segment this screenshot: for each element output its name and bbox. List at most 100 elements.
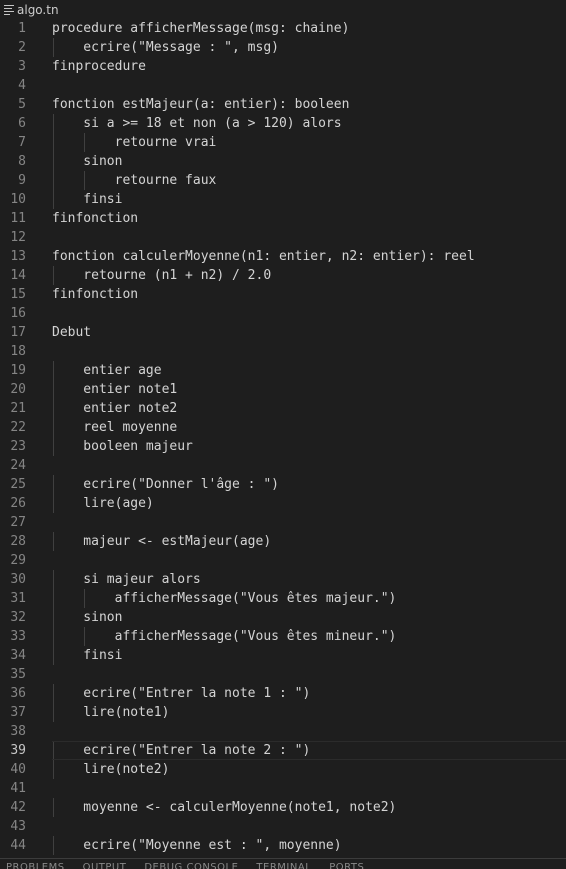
line-number: 32 [10,610,26,625]
code-line[interactable]: 25 ecrire("Donner l'âge : ") [0,475,566,494]
code-line[interactable]: 32 sinon [0,608,566,627]
line-number: 35 [10,667,26,682]
line-number: 19 [10,363,26,378]
line-number: 23 [10,439,26,454]
code-line[interactable]: 2 ecrire("Message : ", msg) [0,38,566,57]
code-text: majeur <- estMajeur(age) [52,534,272,549]
line-number: 22 [10,420,26,435]
line-number: 4 [18,78,26,93]
code-line[interactable]: 15 finfonction [0,285,566,304]
line-number: 16 [10,306,26,321]
code-line[interactable]: 26 lire(age) [0,494,566,513]
line-number: 6 [18,116,26,131]
code-line[interactable]: 5 fonction estMajeur(a: entier): booleen [0,95,566,114]
line-number: 7 [18,135,26,150]
code-line[interactable]: 24 [0,456,566,475]
line-number: 24 [10,458,26,473]
code-line[interactable]: 11 finfonction [0,209,566,228]
code-editor[interactable]: 1 procedure afficherMessage(msg: chaine) 2… [0,19,566,858]
code-line[interactable]: 33 afficherMessage("Vous êtes mineur.") [0,627,566,646]
code-text: procedure afficherMessage(msg: chaine) [52,21,350,36]
code-line[interactable]: 34 finsi [0,646,566,665]
code-line[interactable]: 20 entier note1 [0,380,566,399]
code-line[interactable]: 18 [0,342,566,361]
tab-label: algo.tn [17,2,59,17]
code-line[interactable]: 13 fonction calculerMoyenne(n1: entier, n… [0,247,566,266]
code-line[interactable]: 31 afficherMessage("Vous êtes majeur.") [0,589,566,608]
code-text: ecrire("Moyenne est : ", moyenne) [52,838,342,853]
code-line[interactable]: 37 lire(note1) [0,703,566,722]
code-text: Debut [52,325,92,340]
line-number: 29 [10,553,26,568]
line-number: 17 [10,325,26,340]
line-number: 15 [10,287,26,302]
line-number: 40 [10,762,26,777]
code-line[interactable]: 27 [0,513,566,532]
code-line[interactable]: 19 entier age [0,361,566,380]
line-number: 39 [10,743,26,758]
code-text: reel moyenne [52,420,178,435]
code-text: finfonction [52,287,139,302]
code-text: ecrire("Donner l'âge : ") [52,477,279,492]
code-text: si a >= 18 et non (a > 120) alors [52,116,342,131]
code-line[interactable]: 22 reel moyenne [0,418,566,437]
code-line[interactable]: 44 ecrire("Moyenne est : ", moyenne) [0,836,566,855]
line-number: 5 [18,97,26,112]
code-line[interactable]: 14 retourne (n1 + n2) / 2.0 [0,266,566,285]
code-line[interactable]: 23 booleen majeur [0,437,566,456]
code-line[interactable]: 35 [0,665,566,684]
line-number: 11 [10,211,26,226]
code-line[interactable]: 36 ecrire("Entrer la note 1 : ") [0,684,566,703]
code-text: finsi [52,192,123,207]
line-number: 42 [10,800,26,815]
bottom-panel-tabs: PROBLEMS OUTPUT DEBUG CONSOLE TERMINAL PORTS [0,858,566,869]
line-number: 31 [10,591,26,606]
code-text: lire(note2) [52,762,170,777]
code-line[interactable]: 42 moyenne <- calculerMoyenne(note1, not… [0,798,566,817]
code-line[interactable]: 28 majeur <- estMajeur(age) [0,532,566,551]
code-line[interactable]: 3 finprocedure [0,57,566,76]
code-line[interactable]: 29 [0,551,566,570]
code-line[interactable]: 38 [0,722,566,741]
code-line[interactable]: 7 retourne vrai [0,133,566,152]
line-number: 20 [10,382,26,397]
code-line[interactable]: 30 si majeur alors [0,570,566,589]
code-line[interactable]: 8 sinon [0,152,566,171]
code-text: entier age [52,363,162,378]
code-line[interactable]: 40 lire(note2) [0,760,566,779]
line-number: 27 [10,515,26,530]
code-text: ecrire("Entrer la note 2 : ") [52,743,311,758]
line-number: 3 [18,59,26,74]
code-line[interactable]: 12 [0,228,566,247]
code-line[interactable]: 10 finsi [0,190,566,209]
line-number: 9 [18,173,26,188]
line-number: 12 [10,230,26,245]
code-line[interactable]: 16 [0,304,566,323]
code-line[interactable]: 4 [0,76,566,95]
line-number: 30 [10,572,26,587]
line-number: 18 [10,344,26,359]
line-number: 36 [10,686,26,701]
code-text: entier note1 [52,382,178,397]
code-line[interactable]: 39 ecrire("Entrer la note 2 : ") [0,741,566,760]
line-number: 2 [18,40,26,55]
code-line[interactable]: 6 si a >= 18 et non (a > 120) alors [0,114,566,133]
line-number: 43 [10,819,26,834]
editor-tab[interactable]: algo.tn [0,0,566,19]
code-line[interactable]: 41 [0,779,566,798]
line-number: 26 [10,496,26,511]
code-text: retourne vrai [52,135,217,150]
code-line[interactable]: 1 procedure afficherMessage(msg: chaine) [0,19,566,38]
code-text: si majeur alors [52,572,201,587]
code-text: afficherMessage("Vous êtes majeur.") [52,591,397,606]
line-number: 28 [10,534,26,549]
code-text: retourne faux [52,173,217,188]
code-line[interactable]: 17 Debut [0,323,566,342]
code-line[interactable]: 43 [0,817,566,836]
code-text: sinon [52,610,123,625]
code-line[interactable]: 9 retourne faux [0,171,566,190]
code-text: retourne (n1 + n2) / 2.0 [52,268,272,283]
code-text: ecrire("Entrer la note 1 : ") [52,686,311,701]
line-number: 38 [10,724,26,739]
code-line[interactable]: 21 entier note2 [0,399,566,418]
